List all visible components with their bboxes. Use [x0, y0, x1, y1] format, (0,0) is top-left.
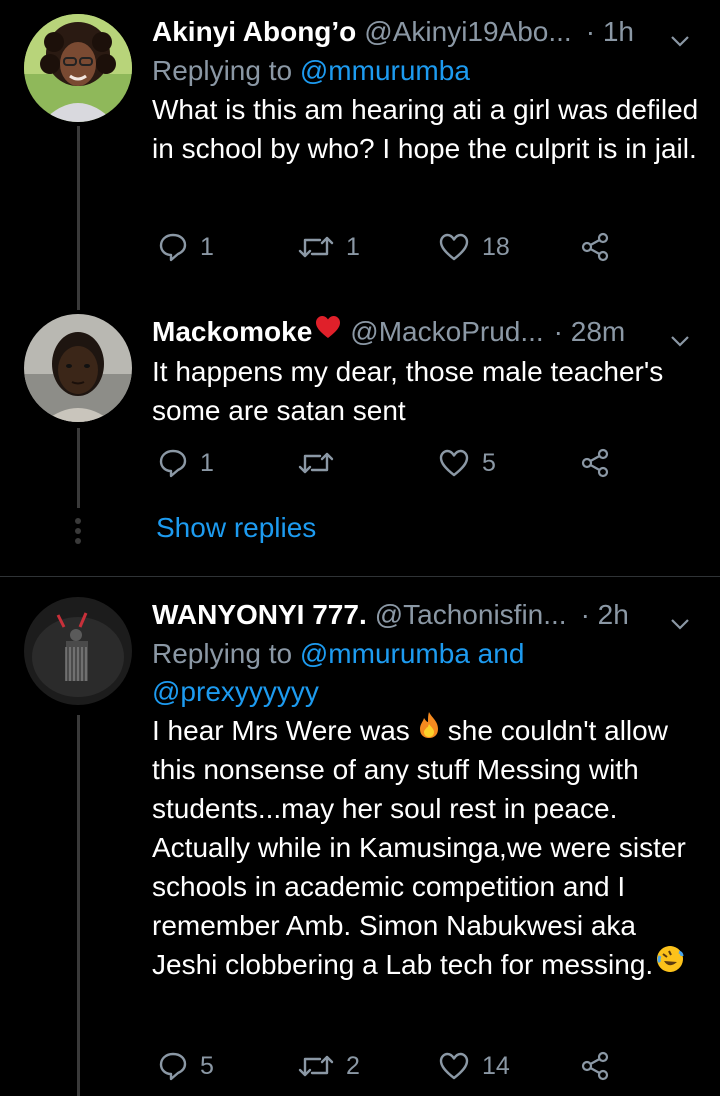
- like-button[interactable]: 14: [438, 1051, 510, 1081]
- like-count: 5: [482, 448, 496, 477]
- share-button[interactable]: [580, 232, 610, 262]
- thread-line: [77, 715, 80, 1096]
- mention-link[interactable]: @mmurumba: [300, 638, 470, 669]
- retweet-count: 1: [346, 232, 360, 261]
- retweet-icon: [298, 1055, 334, 1077]
- tweet-akinyi[interactable]: Akinyi Abong’o @Akinyi19Abo... · 1h Repl…: [0, 0, 720, 310]
- avatar[interactable]: [24, 14, 132, 122]
- retweet-icon: [298, 236, 334, 258]
- rolling-laughing-emoji: [655, 944, 685, 984]
- like-icon: [439, 233, 469, 261]
- like-count: 18: [482, 232, 510, 261]
- author-handle[interactable]: @MackoPrud...: [350, 316, 543, 348]
- replying-to: Replying to @mmurumba: [152, 55, 470, 86]
- share-icon: [581, 1051, 609, 1081]
- avatar[interactable]: [24, 597, 132, 705]
- tweet-mackomoke[interactable]: Mackomoke @MackoPrud... · 28m It happens…: [0, 310, 720, 576]
- retweet-count: 2: [346, 1051, 360, 1080]
- reply-icon: [159, 449, 187, 478]
- thread-dots: [74, 518, 82, 548]
- reply-count: 1: [200, 448, 214, 477]
- retweet-button[interactable]: [298, 448, 346, 478]
- reply-icon: [159, 233, 187, 262]
- retweet-button[interactable]: 1: [298, 232, 360, 262]
- replying-to: Replying to @mmurumba and @prexyyyyyy: [152, 638, 525, 707]
- caret-down-icon[interactable]: [670, 605, 690, 637]
- like-button[interactable]: 18: [438, 232, 510, 262]
- like-button[interactable]: 5: [438, 448, 496, 478]
- share-icon: [581, 448, 609, 478]
- like-count: 14: [482, 1051, 510, 1080]
- tweet-text: I hear Mrs Were was she couldn't allow th…: [152, 711, 702, 984]
- retweet-icon: [298, 452, 334, 474]
- thread-line: [77, 428, 80, 508]
- tweet-actions: 1 1 18: [152, 232, 632, 272]
- caret-down-icon[interactable]: [670, 322, 690, 354]
- share-button[interactable]: [580, 448, 610, 478]
- tweet-text: What is this am hearing ati a girl was d…: [152, 94, 699, 164]
- reply-count: 5: [200, 1051, 214, 1080]
- retweet-button[interactable]: 2: [298, 1051, 360, 1081]
- author-name[interactable]: WANYONYI 777.: [152, 599, 367, 631]
- show-replies-link[interactable]: Show replies: [156, 512, 316, 544]
- mention-link[interactable]: @prexyyyyyy: [152, 676, 319, 707]
- tweet-time[interactable]: · 1h: [586, 16, 634, 48]
- like-icon: [439, 449, 469, 477]
- tweet-text: It happens my dear, those male teacher's…: [152, 356, 664, 426]
- mention-link[interactable]: @mmurumba: [300, 55, 470, 86]
- thread-line: [77, 126, 80, 310]
- reply-button[interactable]: 1: [158, 448, 214, 478]
- fire-emoji: [416, 710, 442, 750]
- author-handle[interactable]: @Akinyi19Abo...: [364, 16, 571, 48]
- share-button[interactable]: [580, 1051, 610, 1081]
- avatar[interactable]: [24, 314, 132, 422]
- share-icon: [581, 232, 609, 262]
- reply-icon: [159, 1052, 187, 1081]
- tweet-header: Akinyi Abong’o @Akinyi19Abo... · 1h: [152, 12, 702, 52]
- tweet-header: WANYONYI 777. @Tachonisfin... · 2h: [152, 595, 702, 635]
- author-name[interactable]: Akinyi Abong’o: [152, 16, 356, 48]
- tweet-actions: 1 5: [152, 448, 632, 488]
- reply-count: 1: [200, 232, 214, 261]
- tweet-actions: 5 2 14: [152, 1051, 632, 1091]
- tweet-header: Mackomoke @MackoPrud... · 28m: [152, 312, 702, 352]
- red-heart-emoji: [314, 314, 342, 347]
- tweet-time[interactable]: · 2h: [581, 599, 629, 631]
- author-handle[interactable]: @Tachonisfin...: [375, 599, 567, 631]
- reply-button[interactable]: 5: [158, 1051, 214, 1081]
- author-name[interactable]: Mackomoke: [152, 316, 312, 348]
- tweet-wanyonyi[interactable]: WANYONYI 777. @Tachonisfin... · 2h Reply…: [0, 577, 720, 1096]
- like-icon: [439, 1052, 469, 1080]
- tweet-time[interactable]: · 28m: [554, 316, 626, 348]
- caret-down-icon[interactable]: [670, 22, 690, 54]
- reply-button[interactable]: 1: [158, 232, 214, 262]
